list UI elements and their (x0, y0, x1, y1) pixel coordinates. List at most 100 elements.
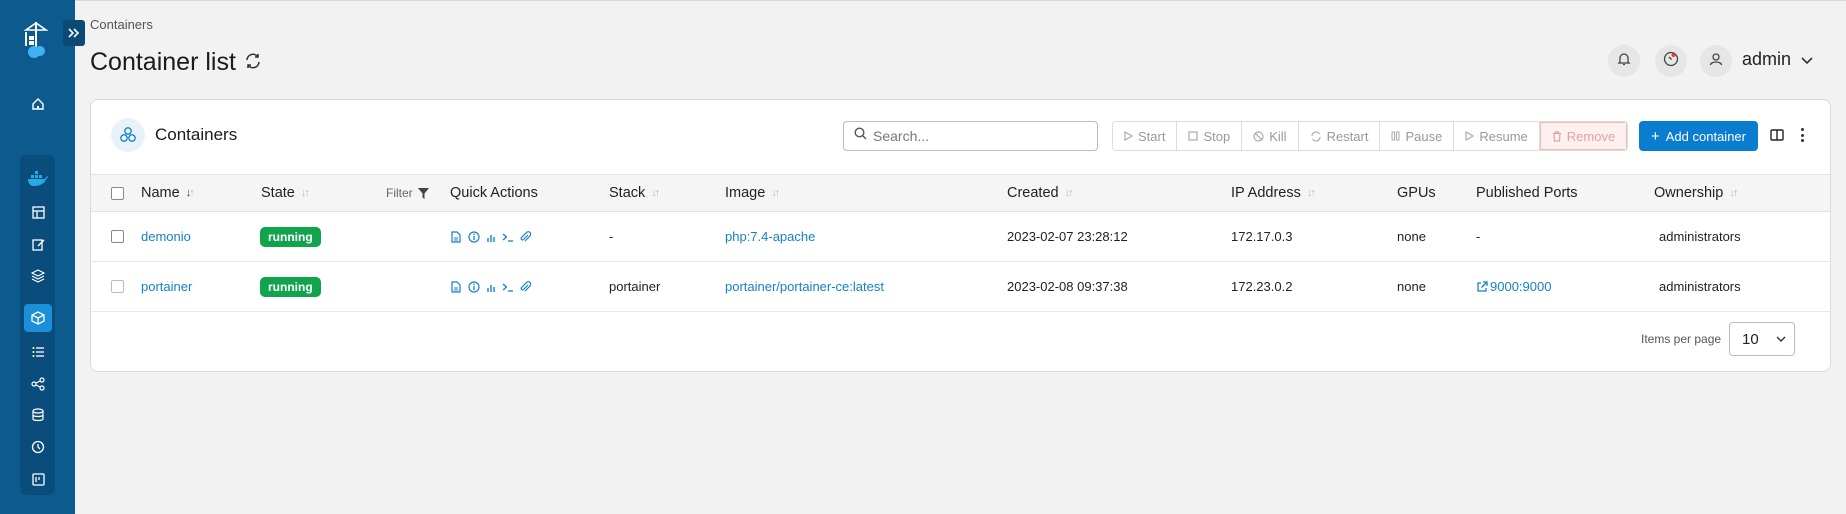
col-ownership[interactable]: Ownership ↓↑ (1654, 175, 1738, 211)
logs-icon[interactable] (451, 230, 463, 243)
pause-button[interactable]: Pause (1380, 122, 1455, 150)
add-container-button[interactable]: + Add container (1639, 121, 1758, 151)
container-actions: Start Stop Kill Restart Pause Resume Rem… (1112, 121, 1629, 151)
help-icon (1663, 51, 1679, 72)
published-port-link[interactable]: 9000:9000 (1476, 262, 1551, 311)
console-icon[interactable] (502, 281, 514, 293)
inspect-icon[interactable] (468, 230, 480, 243)
add-container-label: Add container (1665, 128, 1746, 144)
start-label: Start (1138, 128, 1166, 144)
images-icon[interactable] (24, 338, 52, 366)
state-filter[interactable]: Filter (386, 175, 430, 211)
items-per-page-select[interactable]: 10 (1729, 322, 1796, 356)
attach-icon[interactable] (519, 230, 531, 243)
col-image[interactable]: Image ↓↑ (725, 175, 780, 211)
remove-button[interactable]: Remove (1539, 122, 1628, 150)
portainer-logo[interactable] (20, 20, 54, 60)
console-icon[interactable] (502, 231, 514, 243)
col-ip[interactable]: IP Address ↓↑ (1231, 175, 1316, 211)
filter-label: Filter (386, 186, 413, 200)
table-row: demonio running - php:7.4-apache 2023-02… (91, 212, 1830, 262)
card-header: Containers (111, 118, 237, 152)
docker-icon[interactable] (24, 165, 52, 193)
sort-icon: ↓↑ (300, 187, 310, 199)
pause-label: Pause (1405, 128, 1443, 144)
host-icon[interactable] (24, 465, 52, 493)
user-icon (1709, 52, 1723, 71)
user-avatar[interactable] (1700, 45, 1732, 77)
chevron-down-icon (1776, 336, 1786, 342)
row-checkbox[interactable] (111, 212, 124, 261)
sort-icon: ↓↑ (1306, 187, 1316, 199)
volumes-icon[interactable] (24, 401, 52, 429)
col-created[interactable]: Created ↓↑ (1007, 175, 1074, 211)
col-quick-actions: Quick Actions (450, 175, 538, 211)
containers-cubes-icon (111, 118, 145, 152)
dashboard-icon[interactable] (24, 198, 52, 226)
container-name-link[interactable]: portainer (141, 279, 192, 294)
col-created-label: Created (1007, 185, 1059, 201)
col-ports-label: Published Ports (1476, 185, 1578, 201)
col-stack-label: Stack (609, 185, 646, 201)
templates-icon[interactable] (24, 230, 52, 258)
refresh-icon[interactable] (244, 48, 262, 77)
page-title: Container list (90, 48, 262, 77)
attach-icon[interactable] (519, 280, 531, 293)
col-state-label: State (261, 185, 295, 201)
top-border (75, 0, 1846, 1)
sort-icon: ↓↑ (1064, 187, 1074, 199)
more-options-icon[interactable] (1798, 126, 1806, 144)
ban-icon (1253, 130, 1264, 142)
start-button[interactable]: Start (1113, 122, 1178, 150)
resume-button[interactable]: Resume (1454, 122, 1540, 150)
help-button[interactable] (1655, 45, 1687, 77)
kill-button[interactable]: Kill (1242, 122, 1299, 150)
stack-value: - (609, 229, 614, 244)
stacks-icon[interactable] (24, 262, 52, 290)
status-badge: running (260, 276, 321, 297)
remove-label: Remove (1566, 128, 1616, 144)
search-input[interactable] (873, 128, 1073, 144)
col-ip-label: IP Address (1231, 185, 1301, 201)
stop-label: Stop (1203, 128, 1231, 144)
external-link-icon (1477, 280, 1488, 292)
user-menu[interactable]: admin (1742, 49, 1813, 70)
page-title-text: Container list (90, 48, 236, 76)
image-link[interactable]: portainer/portainer-ce:latest (725, 279, 884, 294)
row-checkbox[interactable] (111, 262, 124, 311)
search-box[interactable] (843, 121, 1098, 151)
sort-icon: ↓↑ (1729, 187, 1738, 199)
select-all-checkbox[interactable] (111, 175, 124, 211)
col-gpus: GPUs (1397, 175, 1436, 211)
stop-button[interactable]: Stop (1177, 122, 1243, 150)
table-header: Name ↓↑ State ↓↑ Filter Quick Actions St… (91, 174, 1830, 212)
col-stack[interactable]: Stack ↓↑ (609, 175, 660, 211)
port-mapping: 9000:9000 (1490, 279, 1552, 294)
columns-icon[interactable] (1770, 128, 1786, 144)
notifications-button[interactable] (1608, 45, 1640, 77)
restart-button[interactable]: Restart (1298, 122, 1381, 150)
gpus-value: none (1397, 229, 1426, 244)
bell-icon (1617, 51, 1631, 71)
container-name-link[interactable]: demonio (141, 229, 191, 244)
ip-value: 172.17.0.3 (1231, 229, 1293, 244)
events-icon[interactable] (24, 433, 52, 461)
image-link[interactable]: php:7.4-apache (725, 229, 815, 244)
sort-desc-icon: ↓↑ (185, 187, 195, 199)
stats-icon[interactable] (485, 231, 497, 243)
username: admin (1742, 49, 1792, 69)
stats-icon[interactable] (485, 281, 497, 293)
card-title: Containers (155, 125, 238, 144)
logs-icon[interactable] (451, 280, 463, 293)
networks-icon[interactable] (24, 370, 52, 398)
home-icon[interactable] (24, 90, 52, 118)
sidebar-collapse-button[interactable] (63, 20, 85, 46)
quick-actions (451, 212, 531, 261)
inspect-icon[interactable] (468, 280, 480, 293)
restart-label: Restart (1326, 128, 1369, 144)
containers-icon[interactable] (24, 304, 52, 332)
col-name[interactable]: Name ↓↑ (141, 175, 195, 211)
stack-value: portainer (609, 279, 661, 294)
breadcrumb[interactable]: Containers (90, 17, 153, 32)
col-state[interactable]: State ↓↑ (261, 175, 310, 211)
